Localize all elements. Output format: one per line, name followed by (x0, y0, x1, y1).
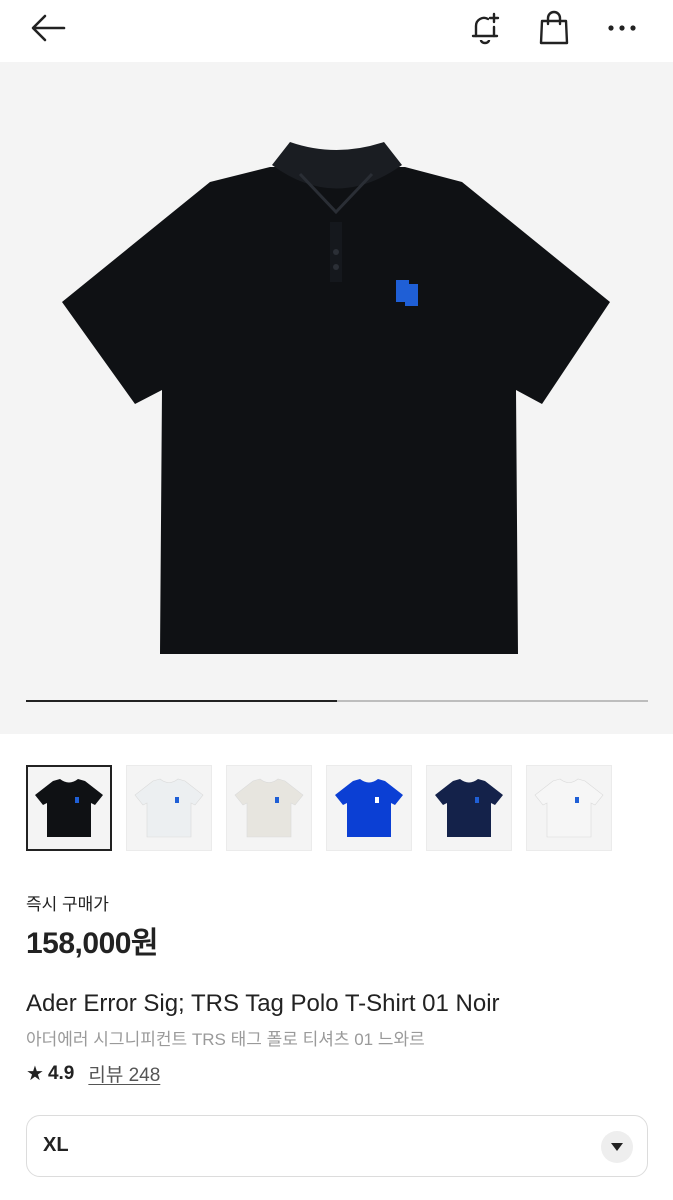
notify-button[interactable] (465, 8, 505, 48)
back-button[interactable] (28, 8, 68, 48)
rating-score: 4.9 (47, 1062, 75, 1084)
color-thumbnail-blue[interactable] (326, 765, 412, 851)
color-thumbnail-black[interactable] (26, 765, 112, 851)
product-image-carousel[interactable] (0, 62, 673, 734)
thumbnail-shirt-image (435, 779, 503, 837)
thumbnail-shirt-image (534, 778, 604, 838)
carousel-progress-fill (26, 700, 337, 702)
color-thumbnail-light-gray[interactable] (126, 765, 212, 851)
rating-row: ★ 4.9 리뷰 248 (26, 1060, 160, 1087)
more-button[interactable] (602, 8, 642, 48)
color-thumbnail-cream[interactable] (226, 765, 312, 851)
size-select[interactable]: XL (26, 1115, 648, 1177)
shopping-bag-icon (539, 10, 569, 45)
thumbnail-shirt-image (335, 779, 403, 837)
thumbnail-shirt-image (134, 778, 204, 838)
star-icon: ★ (26, 1063, 44, 1085)
thumbnail-shirt-image (234, 778, 304, 838)
product-name-en: Ader Error Sig; TRS Tag Polo T-Shirt 01 … (26, 990, 500, 1017)
reviews-link[interactable]: 리뷰 248 (88, 1060, 160, 1087)
product-image (62, 142, 610, 654)
color-thumbnail-list (26, 765, 612, 851)
top-app-bar (0, 0, 673, 56)
carousel-progress-bar (26, 700, 648, 702)
shopping-bag-button[interactable] (534, 8, 574, 48)
bell-plus-icon (471, 12, 500, 45)
color-thumbnail-white[interactable] (526, 765, 612, 851)
price-value: 158,000원 (26, 927, 159, 960)
arrow-left-icon (31, 14, 66, 42)
price-label: 즉시 구매가 (26, 895, 109, 914)
more-horizontal-icon (608, 25, 636, 31)
product-name-ko: 아더에러 시그니피컨트 TRS 태그 폴로 티셔츠 01 느와르 (26, 1030, 425, 1049)
thumbnail-shirt-image (35, 779, 103, 837)
size-select-value: XL (43, 1134, 69, 1156)
chevron-down-icon (601, 1131, 633, 1163)
color-thumbnail-navy[interactable] (426, 765, 512, 851)
